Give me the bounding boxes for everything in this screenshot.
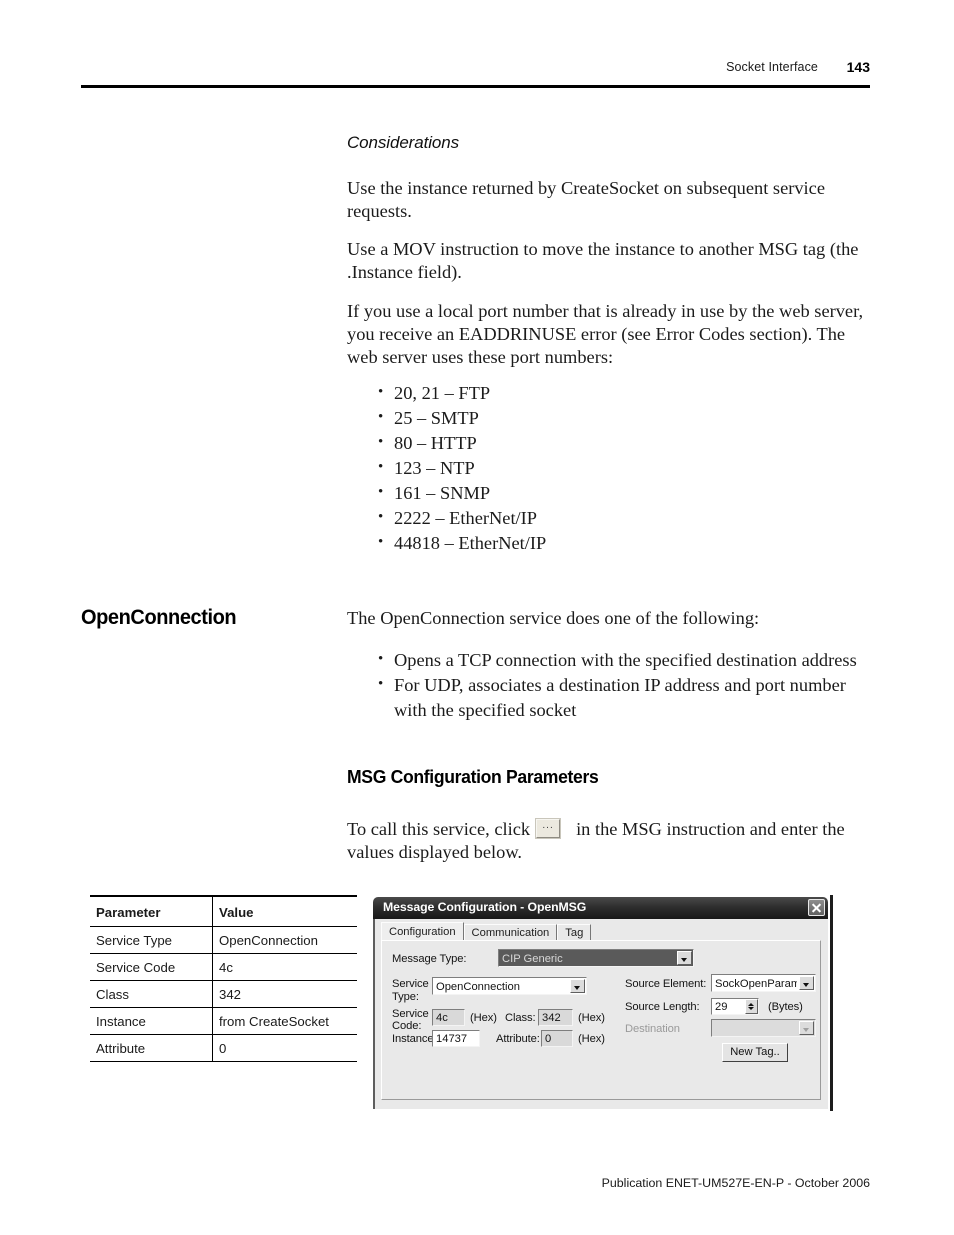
page-number: 143: [846, 59, 870, 75]
column-header-parameter: Parameter: [90, 895, 213, 927]
list-item: 20, 21 – FTP: [378, 380, 778, 406]
close-icon[interactable]: [808, 899, 825, 916]
class-input[interactable]: 342: [538, 1009, 573, 1026]
table-row: Class 342: [90, 980, 357, 1008]
cell-parameter: Attribute: [90, 1034, 213, 1062]
dialog-body: Configuration Communication Tag Message …: [373, 919, 828, 1109]
cell-parameter: Instance: [90, 1007, 213, 1035]
service-type-label-line1: Service: [392, 978, 429, 990]
message-type-value: CIP Generic: [502, 953, 563, 965]
list-item: 123 – NTP: [378, 455, 778, 481]
service-code-input[interactable]: 4c: [432, 1009, 465, 1026]
section-title-openconnection: OpenConnection: [81, 605, 237, 629]
list-item: For UDP, associates a destination IP add…: [378, 672, 878, 723]
page-footer: Publication ENET-UM527E-EN-P - October 2…: [601, 1176, 870, 1190]
source-element-label: Source Element:: [625, 978, 707, 990]
message-configuration-dialog: Message Configuration - OpenMSG Configur…: [371, 895, 833, 1111]
cell-value: OpenConnection: [212, 926, 357, 954]
attribute-label: Attribute:: [496, 1033, 540, 1045]
subsection-title-msg-configuration-parameters: MSG Configuration Parameters: [347, 766, 599, 787]
paragraph-openconnection-intro: The OpenConnection service does one of t…: [347, 608, 760, 628]
tab-tag[interactable]: Tag: [557, 924, 592, 941]
table-row: Service Type OpenConnection: [90, 926, 357, 954]
paragraph-call-service: To call this service, click... in the MSG…: [347, 818, 872, 864]
cell-value: from CreateSocket: [212, 1007, 357, 1035]
chevron-down-icon[interactable]: [799, 976, 814, 990]
destination-combo: [711, 1019, 816, 1037]
source-element-combo[interactable]: SockOpenParams: [711, 974, 816, 992]
chevron-down-icon: [799, 1021, 814, 1035]
list-item: Opens a TCP connection with the specifie…: [378, 647, 878, 673]
table-row: Instance from CreateSocket: [90, 1007, 357, 1035]
table-row: Attribute 0: [90, 1034, 357, 1062]
instruction-text-before: To call this service, click: [347, 819, 531, 839]
considerations-heading: Considerations: [347, 133, 459, 152]
service-type-combo[interactable]: OpenConnection: [432, 977, 587, 995]
class-label: Class:: [505, 1012, 536, 1024]
source-length-units-label: (Bytes): [768, 1001, 803, 1013]
service-type-value: OpenConnection: [436, 981, 520, 993]
parameter-table: Parameter Value Service Type OpenConnect…: [90, 895, 357, 1062]
column-header-value: Value: [212, 895, 357, 927]
dialog-title: Message Configuration - OpenMSG: [383, 900, 587, 914]
cell-parameter: Service Code: [90, 953, 213, 981]
dialog-frame: Message Configuration - OpenMSG Configur…: [371, 895, 833, 1111]
cell-parameter: Class: [90, 980, 213, 1008]
paragraph-port-conflict: If you use a local port number that is a…: [347, 301, 864, 367]
class-hex-label: (Hex): [578, 1012, 605, 1024]
list-item: 161 – SNMP: [378, 480, 778, 506]
cell-parameter: Service Type: [90, 926, 213, 954]
new-tag-button[interactable]: New Tag..: [722, 1043, 788, 1062]
destination-label: Destination: [625, 1023, 680, 1035]
service-code-hex-label: (Hex): [470, 1012, 497, 1024]
chevron-down-icon[interactable]: [570, 979, 585, 993]
table-row: Service Code 4c: [90, 953, 357, 981]
paragraph-mov-instruction: Use a MOV instruction to move the instan…: [347, 239, 859, 282]
tab-bar: Configuration Communication Tag: [381, 922, 592, 941]
page-header: Socket Interface 143: [81, 59, 870, 94]
cell-value: 342: [212, 980, 357, 1008]
instance-input[interactable]: 14737: [432, 1030, 480, 1047]
configuration-tab-panel: Message Type: CIP Generic Service Type: …: [381, 940, 821, 1100]
paragraph-instance: Use the instance returned by CreateSocke…: [347, 178, 825, 221]
attribute-input[interactable]: 0: [541, 1030, 573, 1047]
list-item: 2222 – EtherNet/IP: [378, 505, 778, 531]
message-type-label: Message Type:: [392, 953, 467, 965]
tab-communication[interactable]: Communication: [463, 924, 558, 941]
header-section-title: Socket Interface: [726, 60, 818, 74]
ellipsis-button-icon: ...: [536, 819, 561, 838]
dialog-title-bar[interactable]: Message Configuration - OpenMSG: [373, 897, 828, 919]
instance-label: Instance:: [392, 1033, 437, 1045]
service-type-label-line2: Type:: [392, 991, 419, 1003]
source-length-label: Source Length:: [625, 1001, 700, 1013]
service-code-label-line1: Service: [392, 1008, 429, 1020]
list-item: 80 – HTTP: [378, 430, 778, 456]
chevron-down-icon[interactable]: [677, 951, 692, 965]
service-code-label-line2: Code:: [392, 1020, 422, 1032]
source-element-value: SockOpenParams: [715, 978, 797, 990]
cell-value: 4c: [212, 953, 357, 981]
cell-value: 0: [212, 1034, 357, 1062]
list-item: 44818 – EtherNet/IP: [378, 530, 778, 556]
tab-configuration[interactable]: Configuration: [381, 922, 464, 941]
ellipsis-button-label: ...: [542, 820, 554, 831]
list-item: 25 – SMTP: [378, 405, 778, 431]
source-length-spinner[interactable]: [745, 999, 758, 1014]
message-type-combo[interactable]: CIP Generic: [498, 949, 694, 967]
openconnection-bullet-list: Opens a TCP connection with the specifie…: [378, 647, 878, 723]
table-header-row: Parameter Value: [90, 895, 357, 927]
web-server-port-list: 20, 21 – FTP 25 – SMTP 80 – HTTP 123 – N…: [378, 380, 778, 556]
header-rule: [81, 85, 870, 88]
attribute-hex-label: (Hex): [578, 1033, 605, 1045]
